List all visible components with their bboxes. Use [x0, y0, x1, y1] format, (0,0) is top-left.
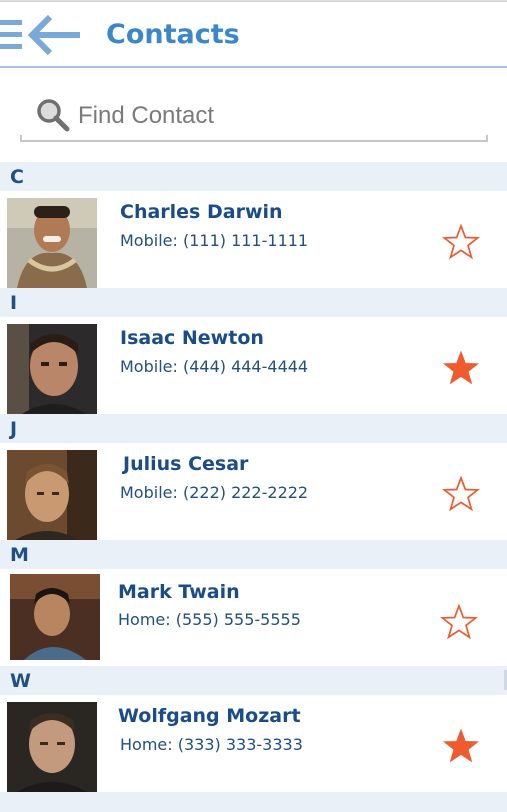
- contact-list: C Charles Darwin Mobile: (111) 111-1111 …: [0, 162, 507, 812]
- contact-row-julius-cesar[interactable]: Julius Cesar Mobile: (222) 222-2222: [0, 443, 507, 540]
- search-icon: [37, 99, 70, 132]
- contact-phone: Mobile: (444) 444-4444: [120, 357, 309, 376]
- section-header-j: J: [0, 414, 507, 443]
- section-header-w: W: [0, 666, 507, 695]
- contact-name: Charles Darwin: [120, 201, 283, 223]
- section-header-c: C: [0, 162, 507, 191]
- star-filled-icon[interactable]: [442, 350, 480, 388]
- contact-row-wolfgang-mozart[interactable]: Wolfgang Mozart Home: (333) 333-3333: [0, 695, 507, 792]
- contact-avatar: [7, 324, 97, 414]
- contact-phone: Mobile: (111) 111-1111: [120, 231, 309, 250]
- search-underline: [20, 135, 488, 142]
- contact-avatar: [7, 702, 97, 792]
- contact-row-mark-twain[interactable]: Mark Twain Home: (555) 555-5555: [0, 569, 507, 666]
- contact-phone: Home: (555) 555-5555: [118, 610, 301, 629]
- star-outline-icon[interactable]: [442, 476, 480, 514]
- search-input[interactable]: [76, 98, 480, 134]
- contact-name: Wolfgang Mozart: [118, 705, 301, 727]
- star-outline-icon[interactable]: [440, 604, 478, 642]
- star-outline-icon[interactable]: [442, 224, 480, 262]
- app-bar-divider: [0, 66, 507, 68]
- contact-name: Isaac Newton: [120, 327, 264, 349]
- section-header-m: M: [0, 540, 507, 569]
- page-title: Contacts: [106, 19, 240, 50]
- contact-phone: Home: (333) 333-3333: [120, 735, 303, 754]
- section-letter: J: [10, 418, 18, 440]
- hamburger-menu-icon[interactable]: [0, 18, 22, 52]
- app-bar: Contacts: [0, 2, 507, 66]
- section-letter: W: [10, 670, 31, 692]
- section-header-i: I: [0, 288, 507, 317]
- section-letter: I: [10, 292, 18, 314]
- contact-row-isaac-newton[interactable]: Isaac Newton Mobile: (444) 444-4444: [0, 317, 507, 414]
- list-footer-band: [0, 792, 507, 812]
- back-arrow-icon[interactable]: [28, 14, 82, 56]
- contact-name: Julius Cesar: [123, 453, 249, 475]
- search-bar[interactable]: [20, 90, 488, 142]
- star-filled-icon[interactable]: [442, 728, 480, 766]
- contact-avatar: [7, 450, 97, 540]
- section-letter: C: [10, 166, 24, 188]
- section-letter: M: [10, 544, 29, 566]
- contact-avatar: [7, 198, 97, 288]
- contact-row-charles-darwin[interactable]: Charles Darwin Mobile: (111) 111-1111: [0, 191, 507, 288]
- contact-name: Mark Twain: [118, 581, 240, 603]
- contact-avatar: [10, 574, 100, 664]
- contact-phone: Mobile: (222) 222-2222: [120, 483, 309, 502]
